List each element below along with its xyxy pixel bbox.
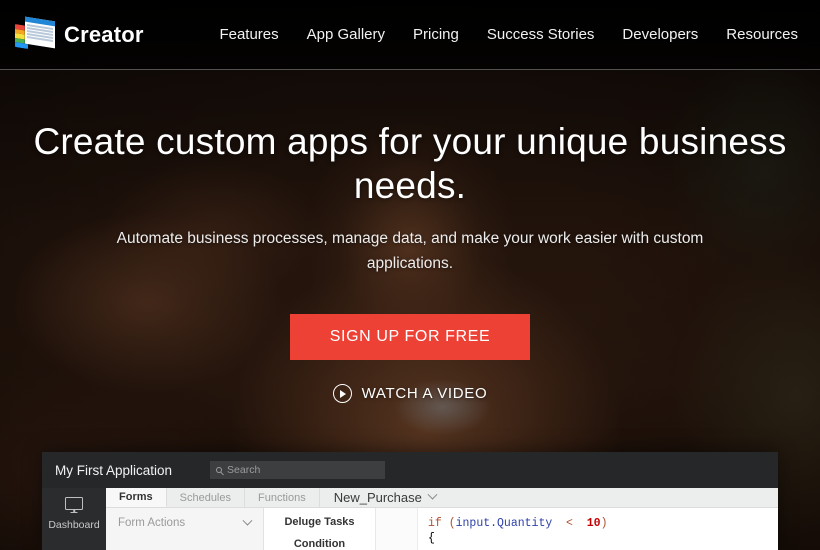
nav-item-features[interactable]: Features [219,20,278,49]
logo-card-icon [25,16,55,48]
app-header-bar: My First Application Search [42,452,778,488]
nav-item-pricing[interactable]: Pricing [413,20,459,49]
app-tab-bar: Forms Schedules Functions New_Purchase [106,488,778,508]
form-name-label: New_Purchase [333,490,422,505]
search-input[interactable]: Search [210,461,386,479]
product-screenshot: My First Application Search Dashboard Fo… [42,452,778,550]
brand-logo-link[interactable]: Creator [12,15,144,55]
nav-item-success-stories[interactable]: Success Stories [487,20,595,49]
code-number: 10 [586,517,601,530]
search-icon [216,467,223,473]
form-name-dropdown[interactable]: New_Purchase [320,488,438,507]
app-title: My First Application [55,462,173,478]
app-panes: Form Actions Deluge Tasks Condition if (… [106,508,778,550]
form-actions-panel: Form Actions [106,508,264,550]
tab-forms[interactable]: Forms [106,488,167,507]
form-actions-dropdown[interactable]: Form Actions [106,508,263,538]
watch-a-video-label: WATCH A VIDEO [361,385,488,402]
code-keyword-if: if [428,517,442,530]
code-gutter [376,508,418,550]
chevron-down-icon [427,489,438,500]
sign-up-for-free-button[interactable]: SIGN UP FOR FREE [289,314,531,360]
app-main: Forms Schedules Functions New_Purchase F… [106,488,778,550]
watch-a-video-link[interactable]: WATCH A VIDEO [0,384,820,403]
code-paren-close: ) [600,517,608,530]
tab-schedules[interactable]: Schedules [167,488,245,507]
primary-navigation: Features App Gallery Pricing Success Sto… [219,20,798,49]
creator-form-card-icon [12,15,58,55]
deluge-tasks-heading: Deluge Tasks [284,516,355,528]
sidebar-item-dashboard[interactable]: Dashboard [48,519,99,531]
page-title: Create custom apps for your unique busin… [33,121,787,206]
top-navbar: Creator Features App Gallery Pricing Suc… [0,0,820,70]
app-body: Dashboard Forms Schedules Functions New_… [42,488,778,550]
brand-name: Creator [64,21,144,47]
nav-item-app-gallery[interactable]: App Gallery [307,20,385,49]
code-editor[interactable]: if (input.Quantity < 10) { [418,508,778,550]
search-placeholder: Search [227,464,261,476]
nav-item-developers[interactable]: Developers [622,20,698,49]
deluge-tasks-panel: Deluge Tasks Condition [264,508,376,550]
deluge-task-condition[interactable]: Condition [264,528,375,550]
code-line-2: { [428,532,435,545]
play-circle-icon [332,384,352,403]
nav-item-resources[interactable]: Resources [726,20,798,49]
code-line-1: if (input.Quantity < 10) [428,516,778,531]
code-paren-open: ( [441,517,456,530]
form-actions-label: Form Actions [118,517,186,529]
hero-subtitle: Automate business processes, manage data… [116,230,704,272]
tab-functions[interactable]: Functions [245,488,320,507]
app-sidebar: Dashboard [42,488,106,550]
monitor-icon [65,497,83,510]
code-variable: input.Quantity [455,517,553,530]
code-operator: < [552,517,587,530]
chevron-down-icon [242,515,253,526]
hero-section: Create custom apps for your unique busin… [0,70,820,403]
landing-page: Creator Features App Gallery Pricing Suc… [0,0,820,550]
